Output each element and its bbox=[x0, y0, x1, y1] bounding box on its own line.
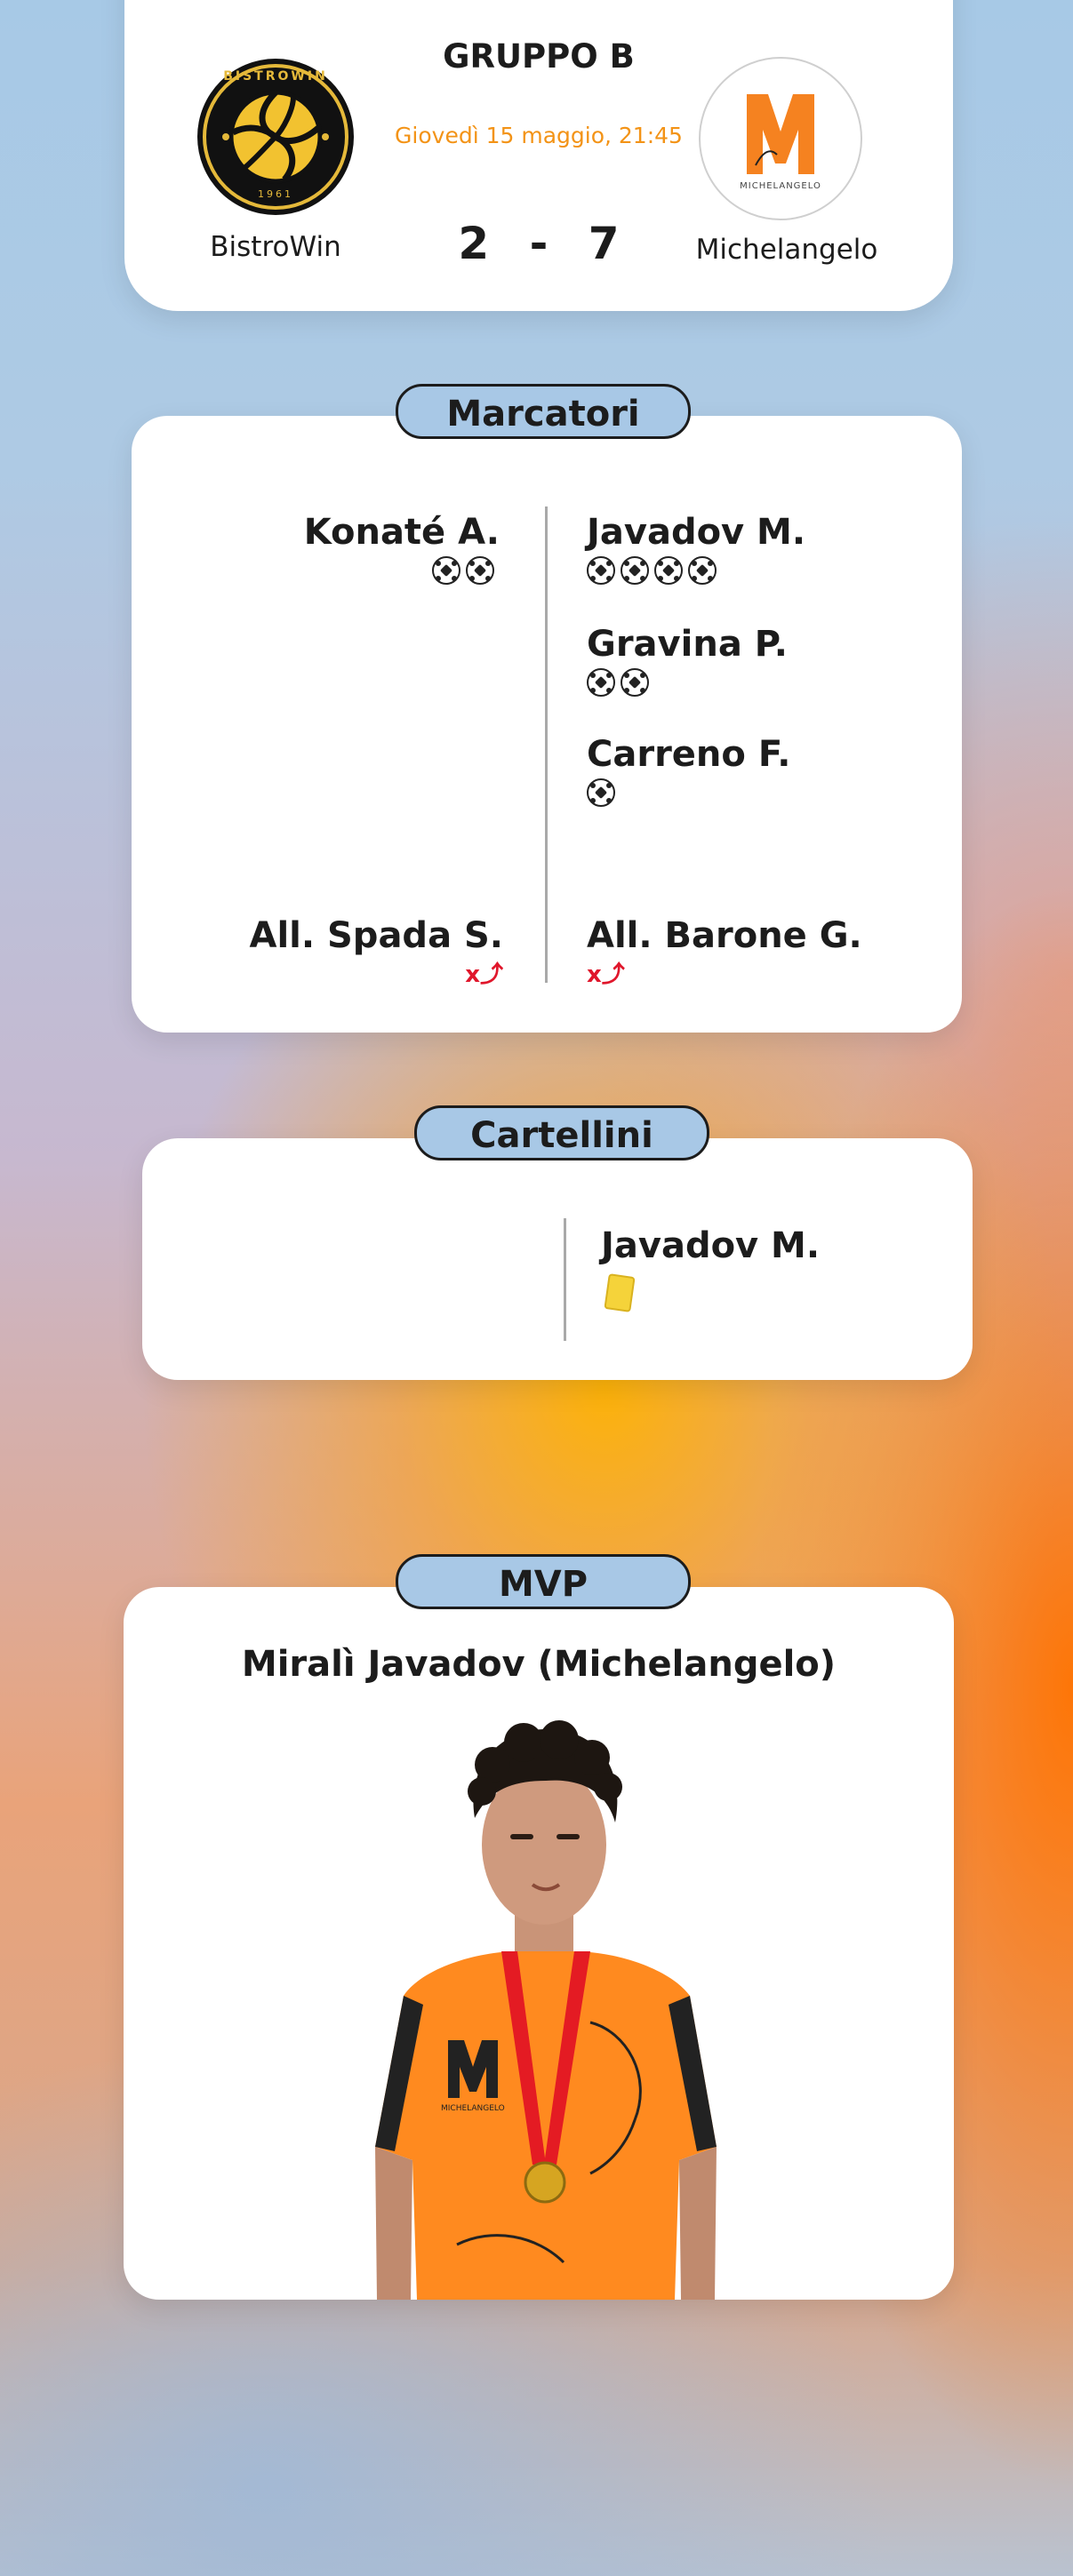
mvp-player-photo: MICHELANGELO bbox=[368, 1703, 724, 2300]
away-scorer-3: Carreno F. bbox=[587, 734, 790, 807]
away-scorer-1-name: Javadov M. bbox=[587, 512, 806, 553]
away-scorer-3-goals bbox=[587, 778, 790, 807]
away-booked-player: Javadov M. bbox=[601, 1225, 821, 1312]
mvp-title-pill: MVP bbox=[396, 1554, 691, 1609]
score-separator: - bbox=[529, 218, 549, 269]
home-logo-top-text: BISTROWIN bbox=[223, 69, 328, 84]
home-logo-bottom-text: 1961 bbox=[258, 188, 293, 200]
player-photo-illustration bbox=[375, 1720, 717, 2300]
home-scorer-1-name: Konaté A. bbox=[303, 512, 500, 553]
mvp-player-name: Miralì Javadov (Michelangelo) bbox=[241, 1644, 837, 1685]
goal-ball-icon bbox=[466, 556, 494, 585]
home-coach: All. Spada S. x⤴ bbox=[250, 915, 504, 989]
goal-ball-icon bbox=[621, 668, 649, 697]
mvp-card: Miralì Javadov (Michelangelo) MICHELANGE… bbox=[124, 1587, 954, 2300]
goal-ball-icon bbox=[587, 668, 615, 697]
coach-substitution-icon: x⤴ bbox=[587, 961, 625, 988]
away-team-logo: MICHELANGELO bbox=[699, 57, 862, 220]
away-scorer-1: Javadov M. bbox=[587, 512, 805, 585]
scorers-divider bbox=[545, 506, 548, 983]
away-logo-caption: MICHELANGELO bbox=[740, 181, 821, 191]
home-score: 2 bbox=[458, 218, 490, 269]
home-scorer-1-goals bbox=[304, 556, 500, 585]
goal-ball-icon bbox=[654, 556, 683, 585]
cards-divider bbox=[564, 1218, 566, 1341]
coach-substitution-icon: x⤴ bbox=[465, 961, 503, 988]
away-scorer-2: Gravina P. bbox=[587, 624, 788, 697]
cards-title-pill: Cartellini bbox=[414, 1105, 709, 1160]
scorers-card: Konaté A. Javadov M. Gravina P. Carreno … bbox=[132, 416, 962, 1033]
away-scorer-1-goals bbox=[587, 556, 805, 585]
home-scorer-1: Konaté A. bbox=[304, 512, 500, 585]
away-scorer-2-name: Gravina P. bbox=[587, 624, 788, 665]
away-scorer-3-name: Carreno F. bbox=[587, 734, 791, 775]
match-card: GRUPPO B Giovedì 15 maggio, 21:45 BISTRO… bbox=[124, 0, 953, 311]
away-coach: All. Barone G. x⤴ bbox=[587, 915, 862, 989]
goal-ball-icon bbox=[587, 778, 615, 807]
away-score: 7 bbox=[588, 218, 620, 269]
goal-ball-icon bbox=[688, 556, 717, 585]
home-coach-name: All. Spada S. bbox=[249, 915, 504, 956]
away-booked-player-name: Javadov M. bbox=[601, 1225, 821, 1266]
jersey-logo-caption: MICHELANGELO bbox=[441, 2104, 505, 2113]
discipline-card: Javadov M. bbox=[142, 1138, 973, 1380]
away-scorer-2-goals bbox=[587, 668, 788, 697]
michelangelo-m-icon bbox=[747, 94, 814, 174]
goal-ball-icon bbox=[432, 556, 460, 585]
away-coach-name: All. Barone G. bbox=[587, 915, 862, 956]
yellow-card-icon bbox=[604, 1273, 636, 1312]
score: 2 - 7 bbox=[124, 218, 953, 269]
goal-ball-icon bbox=[621, 556, 649, 585]
goal-ball-icon bbox=[587, 556, 615, 585]
home-team-logo: BISTROWIN 1961 bbox=[196, 57, 356, 217]
scorers-title-pill: Marcatori bbox=[396, 384, 691, 439]
